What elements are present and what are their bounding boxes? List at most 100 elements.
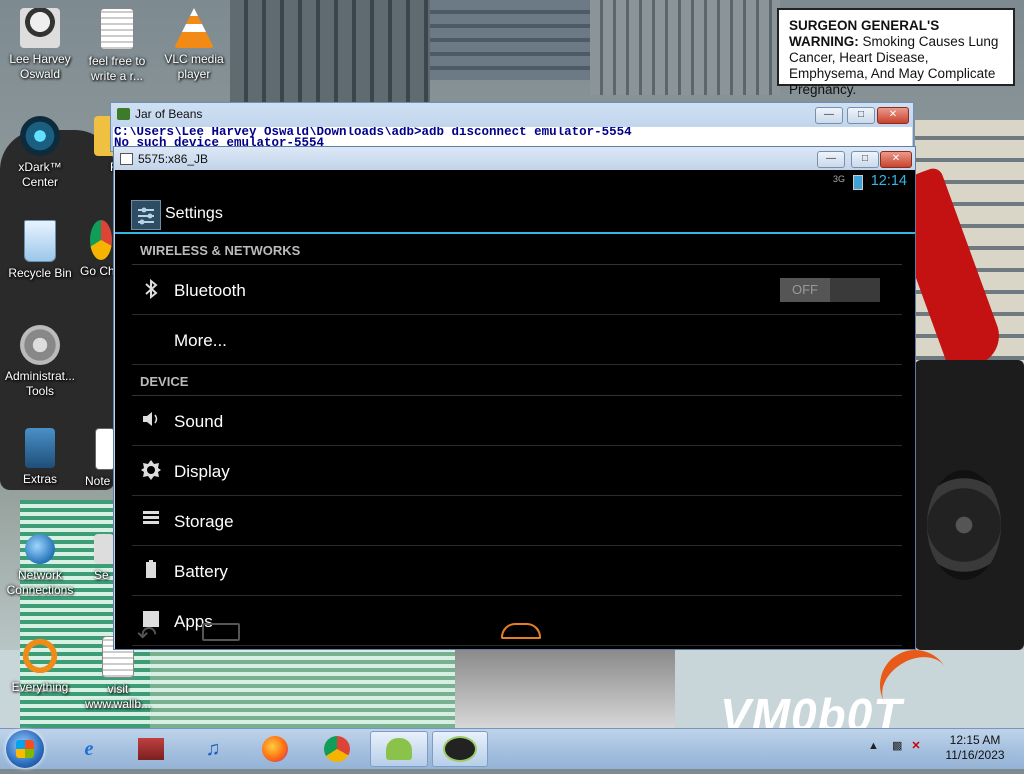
desktop-icon-label: xDark™ Center xyxy=(18,160,62,189)
desktop-icon-label: Network Connections xyxy=(6,568,74,597)
gears-icon xyxy=(20,325,60,365)
android-status-bar: 3G 12:14 xyxy=(115,170,915,192)
status-time: 12:14 xyxy=(870,173,907,189)
text-document-icon xyxy=(100,8,134,50)
taskbar: e ♫ ▲ ▩ ✕ 12:15 AM 11/16/2023 xyxy=(0,728,1024,769)
xdark-orb-icon xyxy=(20,116,60,156)
back-icon[interactable]: ↶ xyxy=(137,621,157,649)
desktop-icon-vlc[interactable]: VLC media player xyxy=(154,8,234,82)
battery-icon xyxy=(140,560,162,582)
emulator-title-bar[interactable]: 5575:x86_JB — □ ✕ xyxy=(114,147,915,170)
windows-logo-icon xyxy=(16,740,34,758)
settings-item-display[interactable]: Display xyxy=(132,446,902,496)
show-hidden-icons-icon[interactable]: ▲ xyxy=(868,740,879,752)
emulator-window-title: 5575:x86_JB xyxy=(138,152,209,166)
recent-apps-icon[interactable] xyxy=(202,623,240,641)
desktop-icon-lee-harvey-oswald[interactable]: Lee Harvey Oswald xyxy=(0,8,80,82)
vlc-cone-icon xyxy=(174,8,214,48)
android-sdk-icon[interactable] xyxy=(370,731,428,767)
desktop-icon-label: Extras xyxy=(22,472,57,486)
music-player-icon[interactable]: ♫ xyxy=(186,731,240,767)
background-building xyxy=(430,0,590,80)
settings-item-sound[interactable]: Sound xyxy=(132,396,902,446)
android-navigation-bar: ↶ xyxy=(115,615,915,649)
desktop-icon-network-connections[interactable]: Network Connections xyxy=(0,534,80,598)
brightness-icon xyxy=(140,460,162,482)
desktop-icon-partial[interactable]: Se xyxy=(78,534,118,583)
settings-item-label: Bluetooth xyxy=(174,281,246,300)
surgeon-general-warning: SURGEON GENERAL'S WARNING: Smoking Cause… xyxy=(777,8,1015,97)
volume-muted-icon[interactable]: ✕ xyxy=(911,740,920,752)
desktop-icon-partial[interactable]: Note xyxy=(75,428,115,489)
desktop-icon-everything[interactable]: Everything xyxy=(0,636,80,695)
internet-explorer-icon[interactable]: e xyxy=(62,731,116,767)
settings-item-label: Display xyxy=(174,462,230,481)
desktop-icon-label: Note xyxy=(85,474,111,488)
maximize-button[interactable]: □ xyxy=(847,107,875,124)
settings-item-more[interactable]: More... xyxy=(132,315,902,365)
settings-action-bar: Settings xyxy=(115,192,915,234)
network-icon[interactable]: ▩ xyxy=(892,740,902,752)
archive-manager-icon[interactable] xyxy=(124,731,178,767)
desktop-icon-extras[interactable]: Extras xyxy=(0,428,80,487)
desktop-icon-label: feel free to write a r... xyxy=(88,54,146,83)
settings-item-label: More... xyxy=(174,331,227,350)
taskbar-clock[interactable]: 12:15 AM 11/16/2023 xyxy=(940,733,1010,763)
desktop-icon-text-file[interactable]: feel free to write a r... xyxy=(77,8,157,84)
background-speaker xyxy=(915,360,1024,650)
system-tray: ▲ ▩ ✕ xyxy=(868,739,921,752)
settings-item-bluetooth[interactable]: Bluetooth OFF xyxy=(132,265,902,315)
notepad-icon xyxy=(95,428,115,470)
desktop-icon-label: Everything xyxy=(11,680,69,694)
user-folder-icon xyxy=(20,8,60,48)
maximize-button[interactable]: □ xyxy=(851,151,879,168)
desktop-icon-label: Se xyxy=(94,568,109,582)
page-title: Settings xyxy=(165,205,223,222)
settings-item-label: Storage xyxy=(174,512,234,531)
settings-app-icon[interactable] xyxy=(131,200,161,230)
storage-icon xyxy=(140,510,162,532)
everything-search-icon xyxy=(20,636,60,676)
settings-item-label: Battery xyxy=(174,562,228,581)
bluetooth-toggle[interactable]: OFF xyxy=(780,278,880,302)
home-icon[interactable] xyxy=(501,623,541,639)
console-window-title: Jar of Beans xyxy=(135,107,203,121)
minimize-button[interactable]: — xyxy=(817,151,845,168)
close-button[interactable]: ✕ xyxy=(877,107,909,124)
bluetooth-icon xyxy=(140,278,162,301)
speaker-icon xyxy=(140,410,162,432)
toggle-state: OFF xyxy=(780,278,830,302)
desktop-icon-label: Administrat... Tools xyxy=(4,369,76,398)
clock-date: 11/16/2023 xyxy=(945,748,1005,762)
section-header-wireless: WIRELESS & NETWORKS xyxy=(132,234,902,265)
desktop-icon-label: Lee Harvey Oswald xyxy=(9,52,71,81)
network-globe-icon xyxy=(25,534,55,564)
extras-icon xyxy=(25,428,55,468)
emulator-app-icon xyxy=(120,153,133,165)
settings-list[interactable]: WIRELESS & NETWORKS Bluetooth OFF More..… xyxy=(132,234,902,646)
chrome-icon[interactable] xyxy=(310,731,364,767)
close-button[interactable]: ✕ xyxy=(880,151,912,168)
signal-3g-icon: 3G xyxy=(832,174,845,184)
firefox-icon[interactable] xyxy=(248,731,302,767)
start-button[interactable] xyxy=(6,730,44,768)
battery-status-icon xyxy=(853,175,863,190)
minimize-button[interactable]: — xyxy=(815,107,843,124)
android-screen[interactable]: 3G 12:14 Settings WIRELESS & NETWORKS Bl… xyxy=(115,170,915,649)
desktop-icon-administrative-tools[interactable]: Administrat... Tools xyxy=(0,325,80,399)
desktop-icon-recycle-bin[interactable]: Recycle Bin xyxy=(0,220,80,281)
console-window[interactable]: Jar of Beans — □ ✕ C:\Users\Lee Harvey O… xyxy=(110,102,914,152)
settings-item-storage[interactable]: Storage xyxy=(132,496,902,546)
background-toilets xyxy=(455,650,675,728)
desktop-icon-label: VLC media player xyxy=(164,52,224,81)
settings-item-label: Sound xyxy=(174,412,224,431)
desktop-icon-label: Go Ch xyxy=(80,264,115,278)
desktop-icon-label: visit www.wallb... xyxy=(84,682,152,711)
android-emulator-taskbar-icon[interactable] xyxy=(432,731,488,767)
emulator-window[interactable]: 5575:x86_JB — □ ✕ 3G 12:14 Settings WIRE… xyxy=(113,146,916,650)
background-building xyxy=(590,0,780,95)
desktop-icon-label: Recycle Bin xyxy=(8,266,72,280)
background-building xyxy=(230,0,430,110)
jar-of-beans-app-icon xyxy=(117,108,130,120)
settings-item-battery[interactable]: Battery xyxy=(132,546,902,596)
